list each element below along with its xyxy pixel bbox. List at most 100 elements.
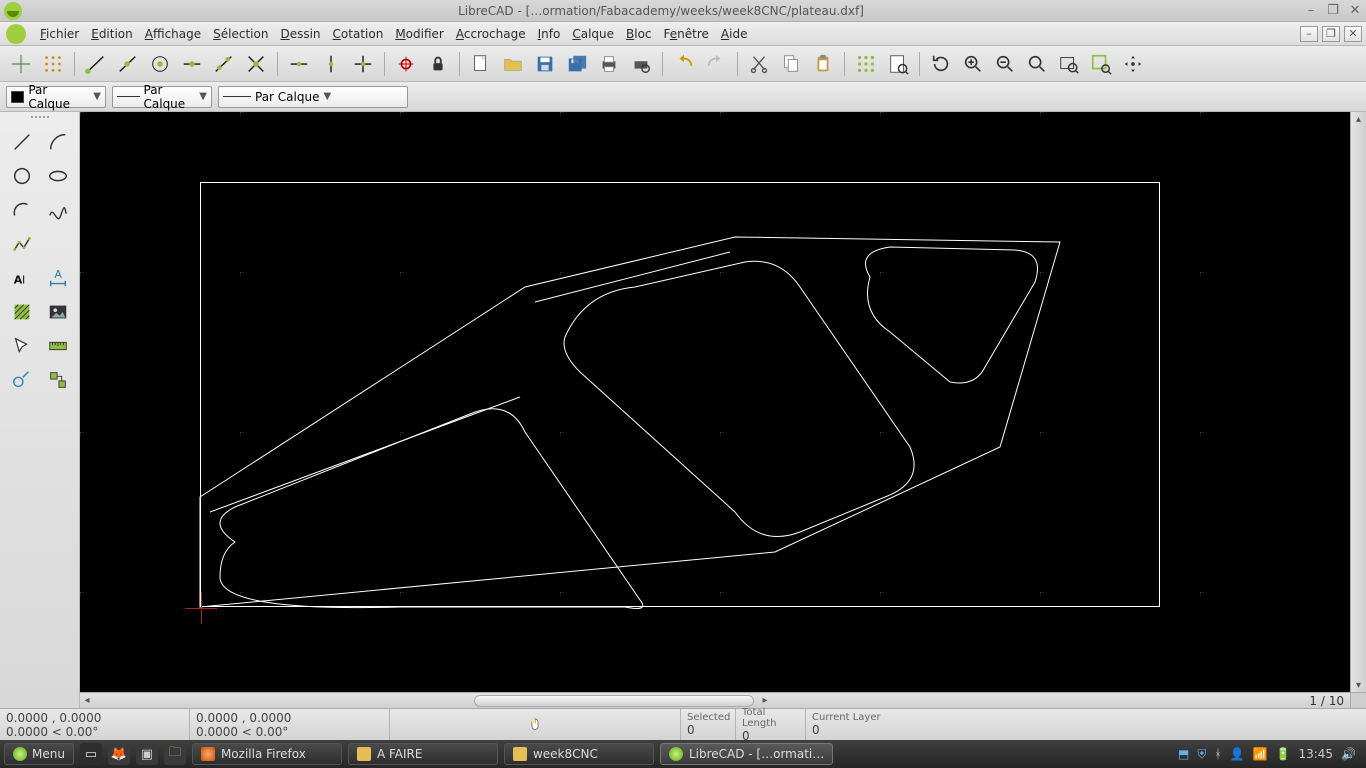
zoom-in-button[interactable] — [958, 49, 988, 79]
restrict-orthogonal-button[interactable] — [348, 49, 378, 79]
menu-snap[interactable]: Accrochage — [450, 24, 532, 44]
color-combo[interactable]: Par Calque ▼ — [6, 86, 106, 108]
set-relative-zero-button[interactable] — [391, 49, 421, 79]
cut-button[interactable] — [744, 49, 774, 79]
menu-view[interactable]: Affichage — [139, 24, 207, 44]
snap-middle-button[interactable] — [177, 49, 207, 79]
restrict-vertical-button[interactable] — [316, 49, 346, 79]
system-tray: ⬒ ⛨ ᚼ 👤 📶 🔋 13:45 🔊 — [1178, 747, 1362, 762]
tool-select[interactable] — [7, 332, 37, 360]
quicklaunch-terminal[interactable]: ▣ — [136, 743, 158, 765]
toggle-draft-button[interactable] — [883, 49, 913, 79]
menu-dimension[interactable]: Cotation — [327, 24, 390, 44]
tray-wifi-icon[interactable]: 📶 — [1253, 747, 1268, 761]
print-preview-button[interactable] — [626, 49, 656, 79]
linetype-combo-label: Par Calque — [255, 90, 319, 104]
menu-file[interactable]: Fichier — [34, 24, 85, 44]
copy-button[interactable] — [776, 49, 806, 79]
menu-select[interactable]: Sélection — [207, 24, 274, 44]
start-menu-button[interactable]: Menu — [4, 743, 74, 765]
taskbar-item-librecad[interactable]: LibreCAD - […ormati… — [660, 743, 833, 765]
zoom-pan-button[interactable] — [1118, 49, 1148, 79]
zoom-previous-button[interactable] — [1054, 49, 1084, 79]
menu-modify[interactable]: Modifier — [389, 24, 450, 44]
snap-grid-button[interactable] — [38, 49, 68, 79]
undo-button[interactable] — [669, 49, 699, 79]
redo-button[interactable] — [701, 49, 731, 79]
scroll-left-icon[interactable]: ◂ — [80, 694, 94, 708]
linewidth-combo[interactable]: Par Calque ▼ — [112, 86, 212, 108]
paste-button[interactable] — [808, 49, 838, 79]
taskbar-item-firefox[interactable]: Mozilla Firefox — [192, 743, 342, 765]
toolbox-grip-icon[interactable] — [2, 116, 77, 122]
new-button[interactable] — [466, 49, 496, 79]
snap-intersection-button[interactable] — [241, 49, 271, 79]
color-swatch-icon — [11, 91, 24, 103]
tool-hatch[interactable] — [7, 298, 37, 326]
toggle-grid-button[interactable] — [851, 49, 881, 79]
window-close-button[interactable]: ✕ — [1347, 4, 1363, 18]
tray-battery-icon[interactable]: 🔋 — [1276, 747, 1291, 761]
menu-layer[interactable]: Calque — [566, 24, 620, 44]
tool-circle[interactable] — [7, 162, 37, 190]
tray-user-icon[interactable]: 👤 — [1230, 747, 1245, 761]
scrollbar-thumb[interactable] — [474, 695, 754, 707]
tool-image[interactable] — [43, 298, 73, 326]
menu-draw[interactable]: Dessin — [274, 24, 326, 44]
tool-spline[interactable] — [43, 196, 73, 224]
tool-arc[interactable] — [43, 128, 73, 156]
zoom-auto-button[interactable] — [1022, 49, 1052, 79]
quicklaunch-firefox[interactable]: 🦊 — [108, 743, 130, 765]
zoom-redraw-button[interactable] — [926, 49, 956, 79]
linewidth-combo-label: Par Calque — [144, 83, 196, 111]
mdi-maximize-button[interactable]: ❐ — [1322, 26, 1340, 42]
scroll-right-icon[interactable]: ▸ — [758, 694, 772, 708]
menu-help[interactable]: Aide — [715, 24, 754, 44]
snap-center-button[interactable] — [145, 49, 175, 79]
horizontal-scrollbar[interactable]: ◂ ▸ 1 / 10 — [80, 692, 1350, 708]
menu-edit[interactable]: Edition — [85, 24, 139, 44]
quicklaunch-files[interactable]: 🗀 — [164, 743, 186, 765]
tray-volume-icon[interactable]: 🔊 — [1341, 747, 1356, 761]
zoom-window-button[interactable] — [1086, 49, 1116, 79]
snap-endpoint-button[interactable] — [81, 49, 111, 79]
restrict-horizontal-button[interactable] — [284, 49, 314, 79]
tray-shield-icon[interactable]: ⛨ — [1197, 747, 1206, 762]
tool-dimension[interactable]: A — [43, 264, 73, 292]
mdi-close-button[interactable]: ✕ — [1344, 26, 1362, 42]
linetype-combo[interactable]: Par Calque ▼ — [218, 86, 408, 108]
tool-text[interactable]: AI — [7, 264, 37, 292]
vertical-scrollbar[interactable]: ▴ ▾ — [1350, 112, 1366, 692]
scroll-down-icon[interactable]: ▾ — [1352, 678, 1366, 692]
scroll-up-icon[interactable]: ▴ — [1352, 112, 1366, 126]
tool-modify[interactable] — [7, 366, 37, 394]
lock-relative-zero-button[interactable] — [423, 49, 453, 79]
taskbar-item-afaire[interactable]: A FAIRE — [348, 743, 498, 765]
tool-ellipse[interactable] — [43, 162, 73, 190]
open-button[interactable] — [498, 49, 528, 79]
save-button[interactable] — [530, 49, 560, 79]
tool-arc-segment[interactable] — [7, 196, 37, 224]
tray-updates-icon[interactable]: ⬒ — [1178, 747, 1189, 761]
taskbar-item-week8cnc[interactable]: week8CNC — [504, 743, 654, 765]
snap-distance-button[interactable] — [209, 49, 239, 79]
menu-window[interactable]: Fenêtre — [658, 24, 715, 44]
menu-block[interactable]: Bloc — [620, 24, 658, 44]
window-minimize-button[interactable]: – — [1303, 4, 1319, 18]
tool-block[interactable] — [43, 366, 73, 394]
save-as-button[interactable] — [562, 49, 592, 79]
mdi-minimize-button[interactable]: – — [1300, 26, 1318, 42]
tray-bluetooth-icon[interactable]: ᚼ — [1214, 747, 1221, 761]
print-button[interactable] — [594, 49, 624, 79]
zoom-out-button[interactable] — [990, 49, 1020, 79]
tool-line[interactable] — [7, 128, 37, 156]
tray-clock[interactable]: 13:45 — [1298, 747, 1333, 761]
tool-polyline[interactable] — [7, 230, 37, 258]
snap-free-button[interactable] — [6, 49, 36, 79]
snap-on-entity-button[interactable] — [113, 49, 143, 79]
tool-measure[interactable] — [43, 332, 73, 360]
quicklaunch-show-desktop[interactable]: ▭ — [80, 743, 102, 765]
menu-info[interactable]: Info — [532, 24, 567, 44]
window-maximize-button[interactable]: ❐ — [1325, 4, 1341, 18]
drawing-canvas[interactable] — [80, 112, 1350, 692]
